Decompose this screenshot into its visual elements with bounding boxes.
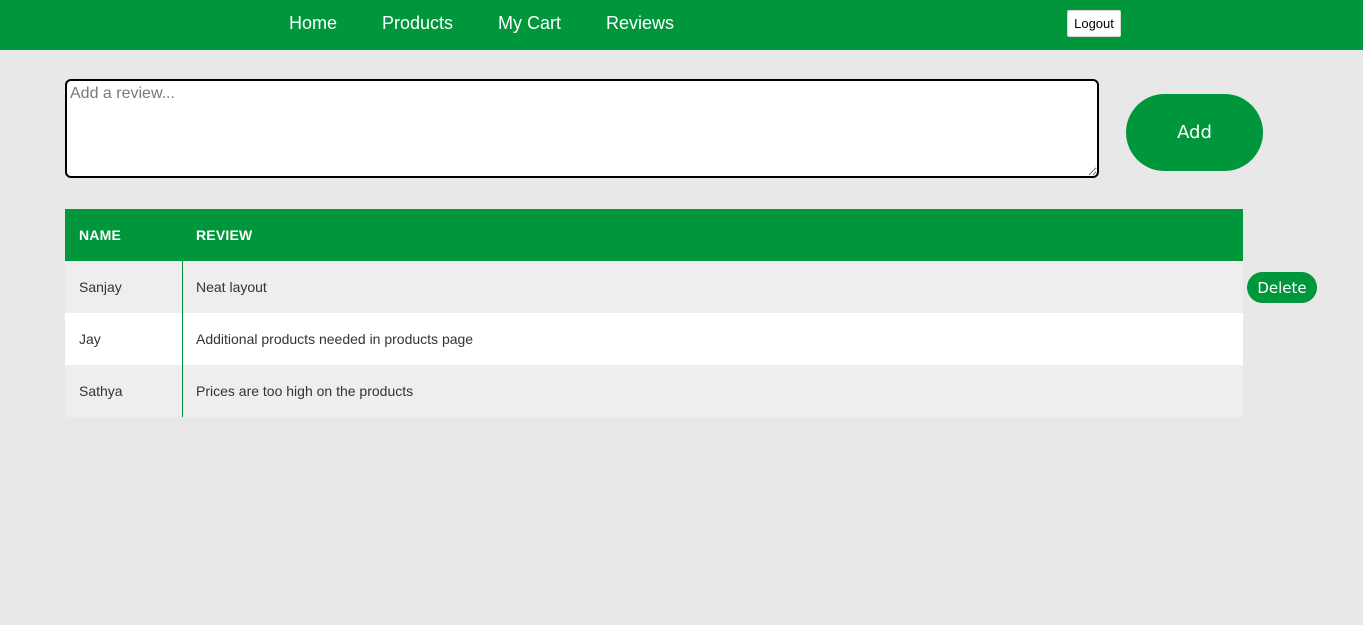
delete-review-button[interactable]: Delete <box>1247 272 1317 303</box>
nav-link-home[interactable]: Home <box>289 13 337 34</box>
nav-link-my-cart[interactable]: My Cart <box>498 13 561 34</box>
review-textarea[interactable] <box>65 79 1099 178</box>
add-review-button[interactable]: Add <box>1126 94 1263 171</box>
review-text: Neat layout <box>196 279 267 295</box>
table-row: Sathya Prices are too high on the produc… <box>65 365 1243 417</box>
logout-button[interactable]: Logout <box>1067 10 1121 37</box>
nav-link-reviews[interactable]: Reviews <box>606 13 674 34</box>
review-text: Additional products needed in products p… <box>196 331 474 347</box>
reviewer-name: Jay <box>65 313 183 365</box>
reviewer-name: Sathya <box>65 365 183 417</box>
column-header-review: REVIEW <box>196 227 253 243</box>
nav-link-products[interactable]: Products <box>382 13 453 34</box>
reviewer-name: Sanjay <box>65 261 183 313</box>
table-header: NAME REVIEW <box>65 209 1243 261</box>
table-row: Sanjay Neat layout <box>65 261 1243 313</box>
top-navbar: Home Products My Cart Reviews Logout <box>0 0 1363 50</box>
column-header-name: NAME <box>79 227 122 243</box>
table-row: Jay Additional products needed in produc… <box>65 313 1243 365</box>
review-text: Prices are too high on the products <box>196 383 414 399</box>
reviews-table: NAME REVIEW Sanjay Neat layout Jay Addit… <box>65 209 1243 417</box>
